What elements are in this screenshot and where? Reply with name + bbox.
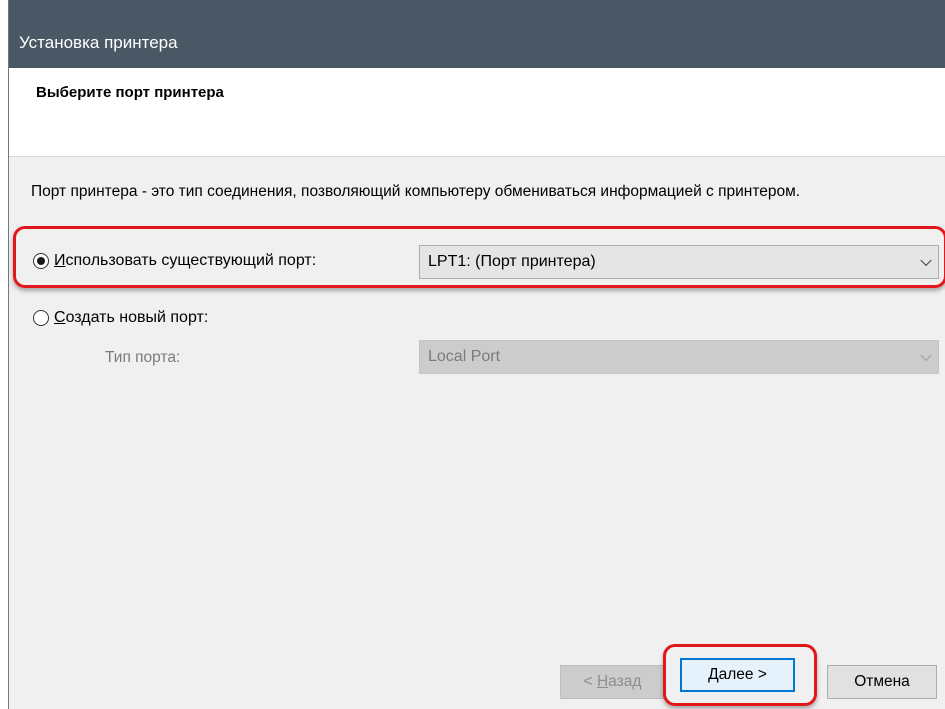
port-description: Порт принтера - это тип соединения, позв… <box>31 183 801 200</box>
existing-port-value: LPT1: (Порт принтера) <box>428 253 596 270</box>
next-button[interactable]: Далее > <box>680 658 795 692</box>
window-title: Установка принтера <box>19 33 178 52</box>
radio-create-new-port[interactable]: Создать новый порт: <box>33 309 208 327</box>
back-button[interactable]: < Назад <box>560 665 665 699</box>
cancel-button[interactable]: Отмена <box>827 665 937 699</box>
radio-button-unchecked[interactable] <box>33 310 49 326</box>
radio-button-checked[interactable] <box>33 253 49 269</box>
cancel-button-label: Отмена <box>854 673 910 690</box>
chevron-down-icon <box>920 349 932 362</box>
chevron-down-icon <box>920 254 932 267</box>
use-existing-label: Использовать существующий порт: <box>54 252 317 269</box>
back-button-label: < Назад <box>583 673 642 690</box>
wizard-header: Выберите порт принтера <box>9 68 945 157</box>
port-type-label: Тип порта: <box>105 349 181 366</box>
page-title: Выберите порт принтера <box>36 84 224 101</box>
port-type-value: Local Port <box>428 348 501 365</box>
radio-use-existing-port[interactable]: Использовать существующий порт: <box>33 252 316 270</box>
port-type-select[interactable]: Local Port <box>419 340 939 374</box>
title-bar[interactable]: Установка принтера <box>9 0 945 68</box>
existing-port-select[interactable]: LPT1: (Порт принтера) <box>419 245 939 279</box>
printer-setup-window: Установка принтера Выберите порт принтер… <box>8 0 945 709</box>
create-new-label: Создать новый порт: <box>54 309 209 326</box>
next-button-label: Далее > <box>708 666 767 683</box>
